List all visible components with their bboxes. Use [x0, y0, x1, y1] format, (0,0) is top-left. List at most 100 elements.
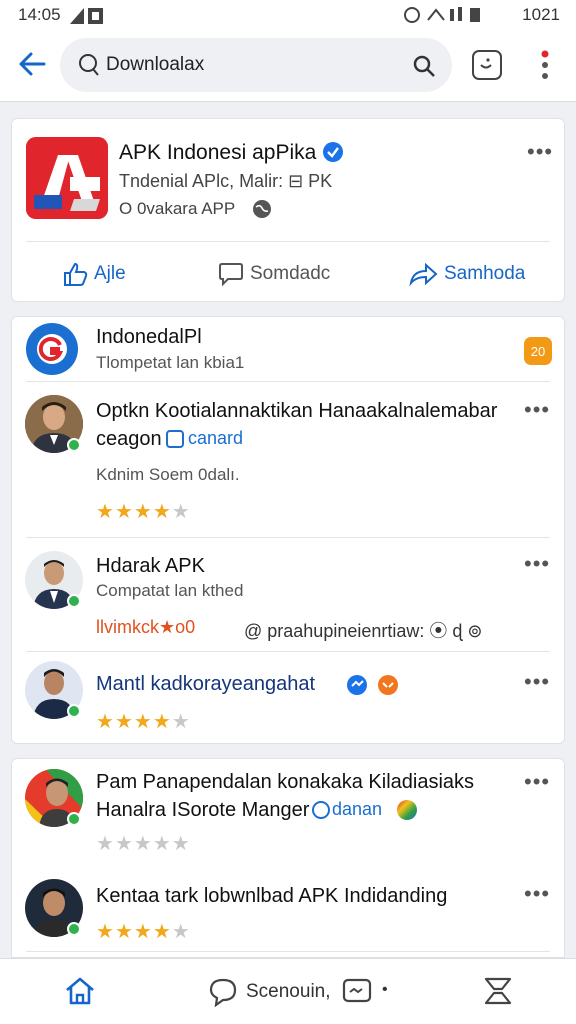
page-meta: O 0vakara APP: [119, 199, 236, 218]
wifi-battery-icons: [404, 7, 480, 23]
page-card-more-icon[interactable]: •••: [527, 141, 553, 163]
search-submit-icon[interactable]: [412, 54, 436, 78]
rating-stars: ★★★★★: [96, 709, 191, 734]
post-icons-text: @ praahupineienrtiaw: ⦿ ɖ ⊚: [244, 621, 483, 641]
chip-icon: [312, 801, 330, 819]
calendar-badge-count: 20: [530, 344, 546, 359]
post-title[interactable]: Optkn Kootialannaktikan Hanaakalnalemaba…: [96, 400, 497, 423]
video-icon[interactable]: [342, 977, 372, 1005]
rating-stars: ★★★★★: [96, 831, 191, 856]
star-icon: ★: [96, 501, 115, 523]
online-indicator: [67, 704, 81, 718]
signal-icon: [70, 8, 103, 24]
verified-badge-icon: [323, 142, 343, 162]
star-icon: ★: [133, 833, 153, 855]
nav-label[interactable]: Scenouin,: [246, 981, 331, 1003]
star-icon: ★: [171, 833, 191, 855]
online-indicator: [67, 812, 81, 826]
chat-icon[interactable]: [208, 977, 238, 1007]
like-button[interactable]: Ajle: [62, 259, 126, 289]
rainbow-icon: [397, 800, 417, 820]
comment-icon: [219, 263, 243, 287]
star-icon: ★: [114, 501, 134, 523]
status-bar: 14:05 1021: [0, 0, 576, 30]
list-item[interactable]: Hdarak APK ••• Compatat lan kthed llvimk…: [12, 537, 566, 649]
star-icon: ★: [133, 501, 153, 523]
star-icon: ★: [114, 833, 134, 855]
list-item[interactable]: Mantl kadkorayeangahat ••• ★★★★★: [12, 651, 566, 743]
status-time: 14:05: [18, 5, 61, 24]
post-title[interactable]: Kentaa tark lobwnlbad APK Indidanding: [96, 885, 447, 908]
star-icon: ★: [114, 921, 134, 943]
star-icon: ★: [171, 921, 191, 943]
chip-icon: [166, 430, 184, 448]
battery-level: 1021: [522, 5, 560, 24]
feed-card: IndonedalPl Tlompetat lan kbia1 20 Optkn…: [11, 316, 565, 744]
reaction-icons: [347, 675, 398, 695]
post-more-icon[interactable]: •••: [524, 553, 550, 575]
g-logo-icon: [37, 334, 67, 364]
post-title-line2: Hanalra ISorote Manger: [96, 799, 310, 821]
rating-stars: ★★★★★: [96, 499, 191, 524]
page-card-divider: [26, 241, 550, 242]
list-item[interactable]: Pam Panapendalan konakaka Kiladiasiaks •…: [12, 759, 566, 867]
search-input[interactable]: Downloalax: [60, 38, 452, 92]
star-icon: ★: [152, 833, 172, 855]
feed-divider: [26, 951, 550, 952]
post-chip[interactable]: danan: [332, 799, 382, 820]
post-detail: Kdnim Soem 0dalı.: [96, 465, 240, 484]
face-glyph-icon: [480, 58, 492, 69]
star-icon: ★: [152, 921, 172, 943]
online-indicator: [67, 594, 81, 608]
list-item[interactable]: Optkn Kootialannaktikan Hanaakalnalemaba…: [12, 381, 566, 537]
share-icon: [409, 262, 438, 287]
comment-label: Somdadc: [250, 263, 331, 284]
system-icons: [404, 6, 490, 29]
star-icon: ★: [152, 711, 172, 733]
feed-card-secondary: Pam Panapendalan konakaka Kiladiasiaks •…: [11, 758, 565, 958]
post-more-icon[interactable]: •••: [524, 883, 550, 905]
list-item[interactable]: Kentaa tark lobwnlbad APK Indidanding ••…: [12, 867, 566, 953]
globe-icon: [253, 200, 271, 218]
star-icon: ★: [152, 501, 172, 523]
bottom-navigation: Scenouin, •: [0, 958, 576, 1024]
star-icon: ★: [96, 711, 115, 733]
notifications-icon[interactable]: [482, 975, 514, 1007]
messenger-icon[interactable]: [472, 50, 502, 80]
post-chip[interactable]: canard: [188, 428, 243, 449]
top-app-bar: Downloalax: [0, 30, 576, 102]
post-more-icon[interactable]: •••: [524, 671, 550, 693]
post-title-line2: ceagon: [96, 428, 162, 450]
feed-header-subtitle: Tlompetat lan kbia1: [96, 353, 245, 372]
rating-stars: ★★★★★: [96, 919, 191, 944]
calendar-badge-icon[interactable]: 20: [524, 337, 552, 365]
search-value: Downloalax: [106, 54, 205, 75]
star-icon: ★: [171, 501, 191, 523]
page-card[interactable]: APK Indonesi apPika ••• Tndenial APlc, M…: [11, 118, 565, 302]
share-label: Samhoda: [444, 263, 526, 284]
post-title[interactable]: Pam Panapendalan konakaka Kiladiasiaks: [96, 771, 474, 794]
star-icon: ★: [133, 921, 153, 943]
share-button[interactable]: Samhoda: [408, 259, 525, 289]
more-menu-icon[interactable]: [536, 50, 554, 82]
star-icon: ★: [96, 921, 115, 943]
star-icon: ★: [114, 711, 134, 733]
post-title[interactable]: Mantl kadkorayeangahat: [96, 673, 315, 696]
comment-button[interactable]: Somdadc: [218, 259, 330, 289]
page-name[interactable]: APK Indonesi apPika: [119, 141, 316, 165]
online-indicator: [67, 922, 81, 936]
post-more-icon[interactable]: •••: [524, 399, 550, 421]
star-icon: ★: [96, 833, 115, 855]
group-avatar[interactable]: [26, 323, 78, 375]
feed-header-title[interactable]: IndonedalPl: [96, 326, 202, 349]
post-title[interactable]: Hdarak APK: [96, 555, 205, 578]
star-icon: ★: [133, 711, 153, 733]
page-category: Tndenial APlc, Malir: ⊟ PK: [119, 171, 333, 191]
apk-logo-icon: [26, 137, 108, 219]
star-icon: ★: [171, 711, 191, 733]
page-logo: [26, 137, 108, 219]
search-icon: [79, 54, 99, 76]
back-arrow-icon[interactable]: [14, 46, 50, 82]
post-more-icon[interactable]: •••: [524, 771, 550, 793]
home-icon[interactable]: [64, 975, 96, 1007]
